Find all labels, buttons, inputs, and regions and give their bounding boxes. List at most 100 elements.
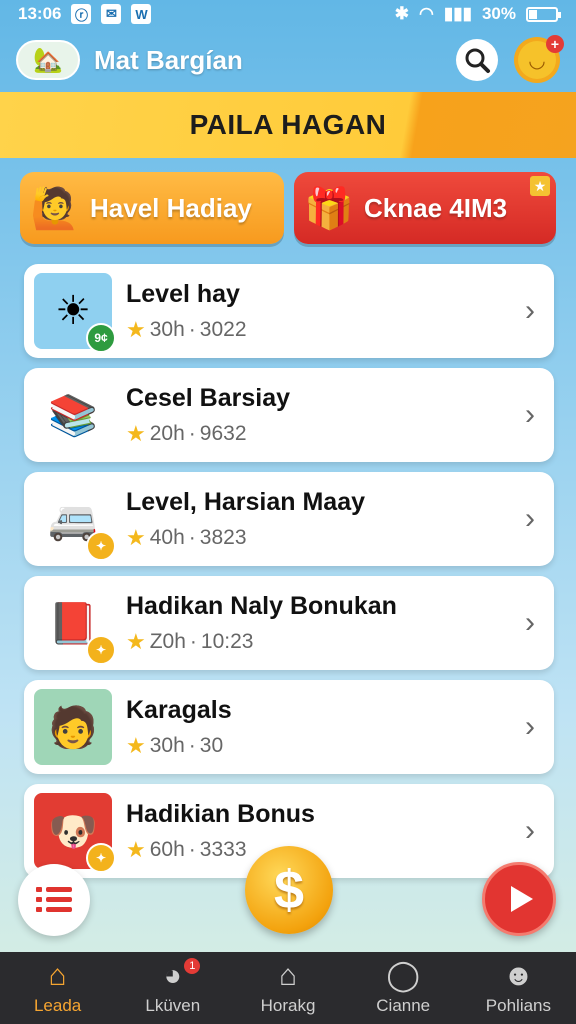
notification-app-icon: ⓡ	[71, 4, 92, 24]
item-count: 3333	[199, 837, 247, 861]
item-count: 9632	[199, 421, 247, 445]
chevron-right-icon: ›	[525, 502, 535, 535]
chevron-right-icon: ›	[525, 398, 535, 431]
person-icon: ☻	[502, 959, 535, 992]
menu-button[interactable]	[18, 864, 90, 936]
nav-item-pohlians[interactable]: ☻ Pohlians	[461, 952, 576, 1024]
item-title: Level, Harsian Maay	[126, 487, 366, 516]
waving-person-icon: 🙋	[30, 186, 80, 231]
coin-button[interactable]: $	[245, 846, 333, 934]
list-item[interactable]: 🧑 Karagals ★ 30h · 30 ›	[24, 680, 554, 774]
item-duration: 20h	[149, 421, 185, 445]
item-duration: Z0h	[149, 629, 186, 653]
item-count: 3823	[199, 525, 247, 549]
separator: ·	[188, 525, 196, 549]
notification-app-icon: W	[131, 4, 152, 24]
nav-label: Horakg	[260, 996, 316, 1015]
bottom-navigation: ⌂ Leada ◕ Lküven 1 ⌂ Horakg ◯ Cianne ☻ Pohlians	[0, 952, 576, 1024]
rewards-button[interactable]: ◡ +	[514, 35, 564, 83]
section-banner: PAILA HAGAN	[0, 92, 576, 158]
promo-label: Havel Hadiay	[90, 192, 252, 223]
battery-percent: 30%	[481, 4, 516, 23]
item-duration: 30h	[149, 317, 185, 341]
gift-box-icon: 🎁	[304, 186, 354, 231]
item-count: 3022	[199, 317, 247, 341]
bluetooth-icon: ✱	[394, 4, 410, 23]
nav-label: Cianne	[376, 996, 431, 1015]
item-art-icon: 🧑	[48, 705, 98, 750]
separator: ·	[188, 733, 196, 757]
banner-title: PAILA HAGAN	[189, 109, 387, 140]
nav-item-cianne[interactable]: ◯ Cianne	[346, 952, 461, 1024]
item-title: Cesel Barsiay	[126, 383, 291, 412]
item-badge: 9¢	[86, 323, 116, 353]
item-title: Karagals	[126, 695, 232, 724]
item-duration: 40h	[149, 525, 185, 549]
star-icon: ★	[126, 836, 146, 862]
status-bar: 13:06 ⓡ ✉ W ✱ ◠ ▮▮▮ 30%	[0, 0, 576, 28]
item-badge: ✦	[86, 843, 116, 873]
separator: ·	[188, 317, 196, 341]
item-list: ☀ 9¢ Level hay ★ 30h · 3022 › 📚 Cesel Barsiay ★ 20h…	[24, 264, 554, 888]
star-icon: ★	[530, 176, 550, 196]
chevron-right-icon: ›	[525, 710, 535, 743]
star-icon: ★	[126, 316, 146, 342]
nav-label: Leada	[33, 996, 82, 1015]
item-thumbnail: 🧑	[34, 689, 112, 765]
star-icon: ★	[126, 524, 146, 550]
chevron-right-icon: ›	[525, 814, 535, 847]
chevron-right-icon: ›	[525, 606, 535, 639]
chevron-right-icon: ›	[525, 294, 535, 327]
nav-item-lk-ven[interactable]: ◕ Lküven 1	[115, 952, 230, 1024]
notification-app-icon: ✉	[101, 4, 122, 24]
promo-button-left[interactable]: 🙋 Havel Hadiay	[20, 172, 284, 244]
nav-label: Lküven	[145, 996, 201, 1015]
separator: ·	[188, 421, 196, 445]
item-thumbnail: 📚	[34, 377, 112, 453]
list-item[interactable]: 📚 Cesel Barsiay ★ 20h · 9632 ›	[24, 368, 554, 462]
nav-item-leada[interactable]: ⌂ Leada	[0, 952, 115, 1024]
star-icon: ★	[126, 420, 146, 446]
home-icon: ⌂	[48, 959, 67, 992]
house-outline-icon: ⌂	[278, 959, 298, 992]
item-title: Level hay	[126, 279, 240, 308]
search-button[interactable]	[456, 39, 498, 81]
list-icon	[36, 887, 72, 912]
profile-icon: ◕	[163, 959, 182, 992]
star-icon: ★	[126, 732, 146, 758]
search-ring-icon: ◯	[386, 959, 420, 992]
battery-icon	[526, 6, 561, 22]
item-title: Hadikian Bonus	[126, 799, 315, 828]
app-logo[interactable]: 🏡	[16, 40, 80, 80]
plus-badge: +	[546, 35, 564, 53]
wifi-icon: ◠	[419, 4, 434, 23]
star-icon: ★	[126, 628, 146, 654]
play-icon	[511, 886, 533, 912]
promo-button-right[interactable]: 🎁 Cknae 4IM3 ★	[294, 172, 556, 244]
item-count: 10:23	[200, 629, 254, 653]
item-title: Hadikan Naly Bonukan	[126, 591, 397, 620]
nav-label: Pohlians	[485, 996, 552, 1015]
status-time: 13:06	[18, 4, 62, 23]
list-item[interactable]: 🚐 ✦ Level, Harsian Maay ★ 40h · 3823 ›	[24, 472, 554, 566]
separator: ·	[189, 629, 197, 653]
list-item[interactable]: 📕 ✦ Hadikan Naly Bonukan ★ Z0h · 10:23 ›	[24, 576, 554, 670]
separator: ·	[188, 837, 196, 861]
item-badge: ✦	[86, 531, 116, 561]
app-header: 🏡 Mat Bargían ◡ +	[0, 28, 576, 92]
play-button[interactable]	[482, 862, 556, 936]
item-art-icon: ☀	[55, 289, 91, 333]
nav-item-horakg[interactable]: ⌂ Horakg	[230, 952, 345, 1024]
item-thumbnail: ☀ 9¢	[34, 273, 116, 353]
item-art-icon: 📚	[48, 393, 98, 438]
search-icon	[465, 48, 490, 73]
item-duration: 30h	[149, 733, 185, 757]
item-thumbnail: 📕 ✦	[34, 585, 116, 665]
item-badge: ✦	[86, 635, 116, 665]
notification-badge: 1	[184, 958, 201, 974]
signal-icon: ▮▮▮	[443, 4, 472, 23]
app-title: Mat Bargían	[94, 44, 243, 75]
promo-label: Cknae 4IM3	[364, 192, 508, 223]
item-duration: 60h	[149, 837, 185, 861]
list-item[interactable]: ☀ 9¢ Level hay ★ 30h · 3022 ›	[24, 264, 554, 358]
